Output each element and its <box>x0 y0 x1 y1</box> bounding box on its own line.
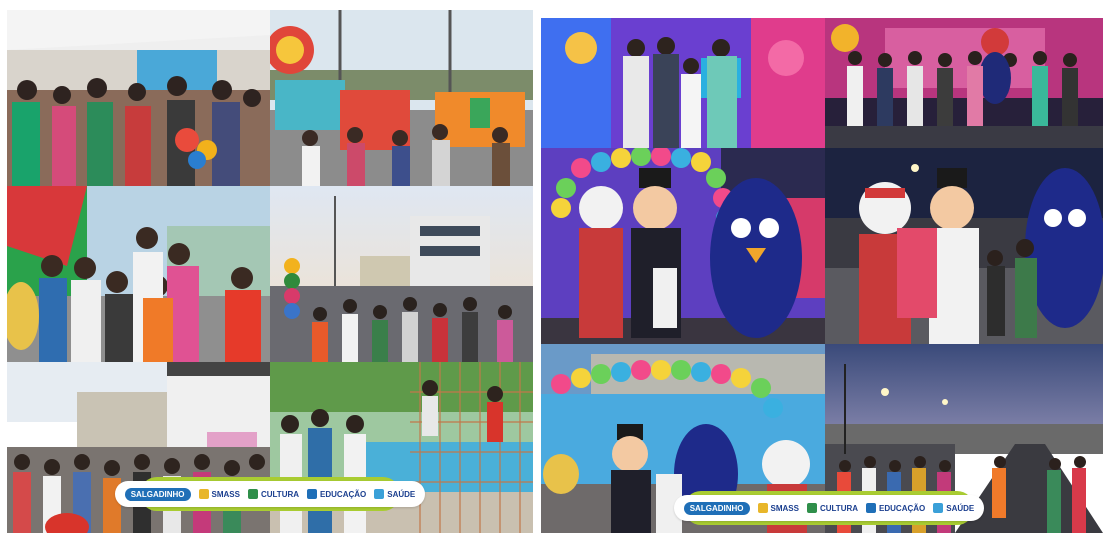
photo-mascots-arch <box>541 148 825 344</box>
photo-stage-group <box>541 18 825 148</box>
smass-logo: SMASS <box>198 489 240 499</box>
smass-label: SMASS <box>770 503 799 513</box>
cultura-label: CULTURA <box>260 489 300 499</box>
photo-crowd-tent <box>7 10 270 186</box>
sponsor-logo-strip: SALGADINHO SMASS CULTURA EDUCAÇÃO SAÚDE <box>114 481 426 507</box>
salgadinho-label: SALGADINHO <box>683 501 750 515</box>
photo-street-dusk <box>270 186 533 362</box>
salgadinho-logo: SALGADINHO <box>124 487 191 501</box>
cultura-label: CULTURA <box>819 503 859 513</box>
photo-children-group <box>7 186 270 362</box>
educacao-label: EDUCAÇÃO <box>320 489 367 499</box>
sponsor-logo-strip-right: SALGADINHO SMASS CULTURA EDUCAÇÃO SAÚDE <box>673 495 985 521</box>
sponsor-footer-bar-right: SALGADINHO SMASS CULTURA EDUCAÇÃO SAÚDE <box>673 491 985 525</box>
educacao-label: EDUCAÇÃO <box>879 503 926 513</box>
saude-label: SAÚDE <box>387 489 416 499</box>
educacao-logo: EDUCAÇÃO <box>866 503 925 513</box>
salgadinho-logo: SALGADINHO <box>683 501 750 515</box>
sponsor-footer-bar: SALGADINHO SMASS CULTURA EDUCAÇÃO SAÚDE <box>114 477 426 511</box>
smass-logo: SMASS <box>757 503 799 513</box>
photo-street-inflatables <box>270 10 533 186</box>
smass-label: SMASS <box>211 489 240 499</box>
educacao-logo: EDUCAÇÃO <box>307 489 366 499</box>
salgadinho-label: SALGADINHO <box>124 487 191 501</box>
photo-stage-group-night <box>825 18 1103 148</box>
cultura-logo: CULTURA <box>247 489 300 499</box>
left-collage: SALGADINHO SMASS CULTURA EDUCAÇÃO SAÚDE <box>7 10 533 533</box>
cultura-logo: CULTURA <box>806 503 859 513</box>
saude-logo: SAÚDE <box>374 489 415 499</box>
photo-mascots-street-night <box>825 148 1103 344</box>
saude-logo: SAÚDE <box>933 503 974 513</box>
saude-label: SAÚDE <box>946 503 975 513</box>
right-collage: SALGADINHO SMASS CULTURA EDUCAÇÃO SAÚDE <box>541 10 1103 533</box>
